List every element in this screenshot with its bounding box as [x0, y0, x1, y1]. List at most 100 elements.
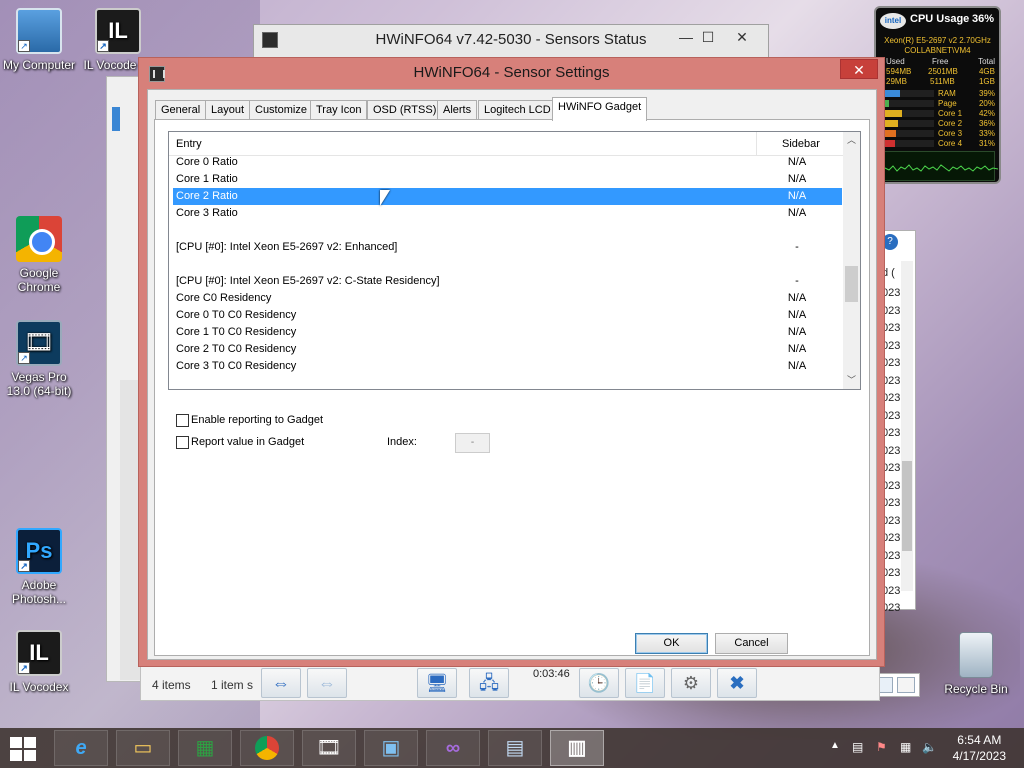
chevron-up-icon[interactable]: ︿ — [843, 132, 860, 149]
usage-bar — [878, 120, 934, 127]
store-icon[interactable]: ▦ — [178, 730, 232, 766]
desktop-icon-il-vocodex[interactable]: IL ↗ IL Vocodex — [1, 630, 77, 694]
list-row[interactable]: [CPU [#0]: Intel Xeon E5-2697 v2: Enhanc… — [169, 239, 845, 256]
tab-general[interactable]: General — [155, 100, 207, 120]
sensor-entry-list[interactable]: Entry Sidebar Core 0 Ratio N/A Core 1 Rati… — [168, 131, 861, 390]
item-count: 4 items — [152, 678, 191, 692]
maximize-button[interactable]: ☐ — [694, 27, 722, 47]
cpu-usage-gadget[interactable]: intel CPU Usage 36% Xeon(R) E5-2697 v2 2… — [874, 6, 1001, 184]
desktop-icon-my-computer[interactable]: ↗ My Computer — [1, 8, 77, 72]
sidebar-value: N/A — [787, 173, 807, 185]
list-rows: Core 0 Ratio N/A Core 1 Ratio N/A Core 2 Rat… — [169, 154, 845, 375]
ok-button[interactable]: OK — [635, 633, 708, 654]
remote-desktop-icon[interactable]: ▤ — [488, 730, 542, 766]
large-icons-view-icon[interactable] — [897, 677, 915, 693]
scrollbar[interactable] — [901, 261, 913, 591]
network-tray-icon[interactable]: ▦ — [900, 740, 911, 754]
dialog-close-button[interactable]: ✕ — [840, 59, 878, 79]
flag-icon[interactable]: ⚑ — [876, 740, 887, 754]
desktop-icon-vegas-pro[interactable]: 🎞 ↗ Vegas Pro 13.0 (64-bit) — [1, 320, 77, 398]
list-row[interactable]: Core C0 Residency N/A — [169, 290, 845, 307]
column-header-sidebar[interactable]: Sidebar — [757, 132, 845, 156]
file-explorer-icon[interactable]: ▭ — [116, 730, 170, 766]
control-panel-icon[interactable]: ▣ — [364, 730, 418, 766]
tab-customize[interactable]: Customize — [249, 100, 313, 120]
chrome-taskbar-icon[interactable] — [240, 730, 294, 766]
list-row[interactable]: Core 0 Ratio N/A — [169, 154, 845, 171]
background-panel — [120, 380, 140, 680]
desktop-icon-label: My Computer — [2, 58, 76, 72]
clock-icon[interactable]: 🕒 — [579, 668, 619, 698]
usage-bar-percent: 33% — [978, 129, 995, 138]
desktop-icon-google-chrome[interactable]: Google Chrome — [1, 216, 77, 294]
memory-page-row: 29MB 511MB 1GB — [886, 77, 995, 86]
usage-bar-percent: 39% — [978, 89, 995, 98]
hwinfo-taskbar-icon[interactable]: ▥ — [550, 730, 604, 766]
tab-tray-icon[interactable]: Tray Icon — [310, 100, 368, 120]
memory-header: Used Free Total — [886, 57, 995, 66]
recycle-bin-icon — [959, 632, 993, 678]
close-button[interactable]: ✕ — [728, 27, 756, 47]
list-row[interactable]: Core 2 Ratio N/A — [173, 188, 842, 205]
list-row[interactable]: Core 0 T0 C0 Residency N/A — [169, 307, 845, 324]
entry-name: Core 3 T0 C0 Residency — [176, 360, 297, 372]
list-row[interactable]: Core 3 Ratio N/A — [169, 205, 845, 222]
volume-icon[interactable]: 🔈 — [922, 740, 937, 754]
monitor-icon[interactable]: 🖥 — [417, 668, 457, 698]
visual-studio-icon[interactable]: ∞ — [426, 730, 480, 766]
usage-bar — [878, 130, 934, 137]
tab-osd-rtss[interactable]: OSD (RTSS) — [367, 100, 443, 120]
cpu-graph-line — [880, 164, 999, 173]
sensors-status-toolbar: 4 items 1 item s ⇔ ⇔ 🖥 🖧 0:03:46 🕒 📄 ⚙ ✖ — [140, 665, 880, 701]
desktop-icon-photoshop[interactable]: Ps ↗ Adobe Photosh... — [1, 528, 77, 606]
cpu-percent: 36% — [971, 13, 994, 25]
add-report-icon[interactable]: 📄 — [625, 668, 665, 698]
tab-layout[interactable]: Layout — [205, 100, 251, 120]
gadget-title: CPU Usage — [910, 13, 970, 25]
list-row[interactable]: [CPU [#0]: Intel Xeon E5-2697 v2: C-Stat… — [169, 273, 845, 290]
internet-explorer-icon[interactable]: e — [54, 730, 108, 766]
chevron-up-icon[interactable]: ▲ — [830, 740, 840, 751]
settings-gear-icon[interactable]: ⚙ — [671, 668, 711, 698]
list-scrollbar[interactable]: ︿ ﹀ — [843, 132, 860, 389]
notification-icon[interactable]: ▤ — [852, 740, 863, 754]
usage-bar — [878, 140, 934, 147]
checkbox-box[interactable] — [176, 436, 189, 449]
checkbox-label: Report value in Gadget — [191, 436, 305, 448]
checkbox-box[interactable] — [176, 414, 189, 427]
desktop-icon-recycle-bin[interactable]: Recycle Bin — [938, 632, 1014, 696]
desktop-icon-label: Adobe Photosh... — [11, 578, 67, 606]
tab-logitech-lcd[interactable]: Logitech LCD — [478, 100, 557, 120]
navigate-arrows-disabled-icon: ⇔ — [307, 668, 347, 698]
list-row[interactable] — [169, 222, 845, 239]
tab-alerts[interactable]: Alerts — [437, 100, 478, 120]
film-icon: 🎞 ↗ — [16, 320, 62, 366]
computer-icon: ↗ — [16, 8, 62, 54]
usage-bar — [878, 100, 934, 107]
navigate-arrows-icon[interactable]: ⇔ — [261, 668, 301, 698]
list-row[interactable]: Core 1 T0 C0 Residency N/A — [169, 324, 845, 341]
usage-bar — [878, 90, 934, 97]
desktop-icon-label: Vegas Pro 13.0 (64-bit) — [6, 370, 72, 398]
cancel-button[interactable]: Cancel — [715, 633, 788, 654]
close-x-icon[interactable]: ✖ — [717, 668, 757, 698]
column-header-entry[interactable]: Entry — [169, 132, 757, 156]
sidebar-value: N/A — [787, 207, 807, 219]
list-row[interactable]: Core 1 Ratio N/A — [169, 171, 845, 188]
list-row[interactable]: Core 3 T0 C0 Residency N/A — [169, 358, 845, 375]
entry-name: [CPU [#0]: Intel Xeon E5-2697 v2: Enhanc… — [176, 241, 398, 253]
sidebar-value: N/A — [787, 156, 807, 168]
network-icon[interactable]: 🖧 — [469, 668, 509, 698]
windows-logo-icon — [10, 737, 22, 748]
list-row[interactable]: Core 2 T0 C0 Residency N/A — [169, 341, 845, 358]
list-header: Entry Sidebar — [169, 132, 845, 156]
system-clock[interactable]: 6:54 AM 4/17/2023 — [953, 732, 1006, 764]
entry-name: Core 1 Ratio — [176, 173, 238, 185]
scrollbar-thumb[interactable] — [902, 461, 912, 551]
chevron-down-icon[interactable]: ﹀ — [843, 372, 860, 389]
vegas-taskbar-icon[interactable]: 🎞 — [302, 730, 356, 766]
list-row[interactable] — [169, 256, 845, 273]
tab-hwinfo-gadget[interactable]: HWiNFO Gadget — [552, 97, 648, 121]
start-button[interactable] — [8, 735, 38, 763]
scrollbar-thumb[interactable] — [845, 266, 858, 302]
